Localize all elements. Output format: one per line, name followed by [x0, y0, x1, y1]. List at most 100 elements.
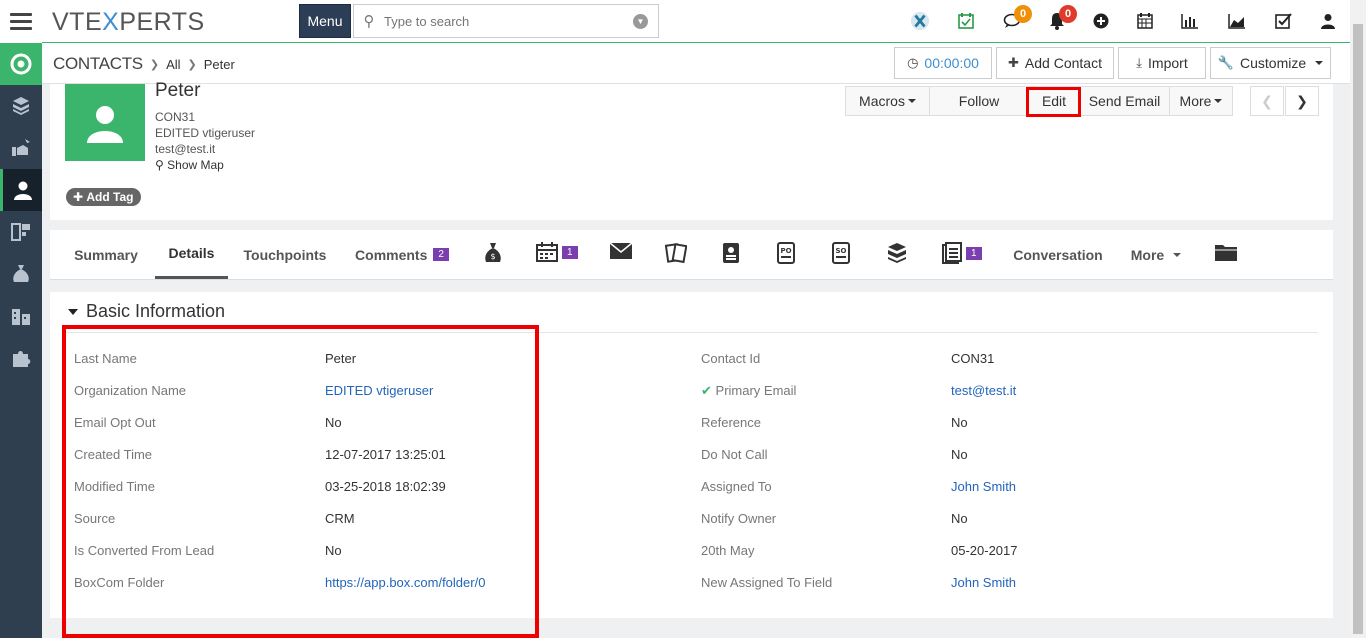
plus-icon: ✚: [1008, 55, 1019, 70]
tab-email-envelope-icon[interactable]: [609, 242, 633, 260]
more-actions-label: More: [1179, 93, 1212, 109]
field-value: No: [951, 415, 968, 430]
breadcrumb-record: Peter: [203, 56, 235, 72]
chevron-right-icon: ❯: [1296, 92, 1308, 109]
field-value: CON31: [951, 351, 995, 366]
search-dropdown-icon[interactable]: ▼: [633, 13, 648, 29]
sidebar-extensions-puzzle-icon[interactable]: [0, 337, 42, 379]
top-bar: VTEXPERTS Menu ⚲ ▼ 0 0: [0, 0, 1366, 43]
calendar-icon[interactable]: [1135, 11, 1155, 31]
user-avatar-icon: [87, 105, 123, 143]
task-calendar-icon[interactable]: [956, 11, 976, 31]
docs-count-badge: 1: [966, 246, 982, 260]
macros-button[interactable]: Macros: [845, 86, 930, 116]
show-map-label: Show Map: [167, 158, 224, 172]
customize-label: Customize: [1240, 55, 1307, 71]
sidebar-support-icon[interactable]: [0, 211, 42, 253]
primary-email-link[interactable]: test@test.it: [951, 383, 1016, 398]
tab-contact-card-icon[interactable]: [722, 242, 740, 264]
chat-icon[interactable]: 0: [1002, 5, 1032, 31]
field-value: 05-20-2017: [951, 543, 1018, 558]
tab-comments[interactable]: Comments 2: [350, 230, 454, 279]
tab-notes-docs-icon[interactable]: 1: [942, 242, 982, 264]
breadcrumb-filter[interactable]: All: [166, 57, 180, 72]
reports-bar-chart-icon[interactable]: [1180, 11, 1200, 31]
chevron-right-icon: ❯: [187, 58, 197, 71]
import-button[interactable]: ⤓ Import: [1118, 47, 1206, 79]
timer-value: 00:00:00: [924, 55, 979, 71]
send-email-button[interactable]: Send Email: [1080, 86, 1170, 116]
sidebar-buildings-icon[interactable]: [0, 295, 42, 337]
record-tabs: Summary Details Touchpoints Comments 2 $…: [50, 230, 1333, 280]
search-input[interactable]: [384, 13, 633, 29]
sidebar-home-icon[interactable]: [0, 43, 42, 85]
tab-touchpoints[interactable]: Touchpoints: [236, 230, 334, 279]
customize-button[interactable]: 🔧 Customize: [1210, 47, 1331, 79]
tab-documents-cards-icon[interactable]: [665, 242, 687, 264]
page-scrollbar[interactable]: [1350, 0, 1366, 638]
vtexperts-x-icon[interactable]: [910, 11, 930, 31]
bell-icon[interactable]: 0: [1047, 5, 1077, 31]
plus-circle-icon[interactable]: [1091, 11, 1111, 31]
tab-sales-order-so-icon[interactable]: SO: [832, 242, 850, 264]
svg-text:$: $: [490, 252, 495, 261]
tab-summary[interactable]: Summary: [64, 230, 148, 279]
follow-button[interactable]: Follow: [930, 86, 1029, 116]
scrollbar-thumb[interactable]: [1353, 24, 1363, 634]
tab-products-cubes-icon[interactable]: [886, 242, 908, 264]
tab-details[interactable]: Details: [155, 230, 228, 279]
sidebar-money-bag-icon[interactable]: [0, 253, 42, 295]
field-label: Primary Email: [715, 383, 797, 398]
import-label: Import: [1148, 55, 1188, 71]
record-email: test@test.it: [155, 142, 216, 156]
next-record-button[interactable]: ❯: [1285, 86, 1319, 116]
app-logo[interactable]: VTEXPERTS: [52, 8, 205, 37]
chevron-right-icon: ❯: [149, 58, 160, 71]
timer-button[interactable]: ◷ 00:00:00: [894, 47, 992, 79]
comments-count-badge: 2: [433, 248, 449, 261]
hamburger-menu-icon[interactable]: [0, 0, 42, 43]
user-profile-icon[interactable]: [1318, 11, 1338, 31]
tab-folder-icon[interactable]: [1214, 242, 1238, 262]
checkbox-tasks-icon[interactable]: [1274, 11, 1294, 31]
add-contact-button[interactable]: ✚ Add Contact: [996, 47, 1114, 79]
previous-record-button[interactable]: ❮: [1250, 86, 1284, 116]
caret-down-icon: [1214, 99, 1223, 103]
breadcrumb: CONTACTS ❯ All ❯ Peter: [53, 54, 235, 74]
field-value: No: [951, 511, 968, 526]
new-assigned-to-link[interactable]: John Smith: [951, 575, 1016, 590]
breadcrumb-module[interactable]: CONTACTS: [53, 54, 143, 74]
more-actions-button[interactable]: More: [1170, 86, 1233, 116]
sidebar-marketing-icon[interactable]: [0, 127, 42, 169]
section-header-basic-information[interactable]: Basic Information: [68, 301, 225, 322]
tab-more[interactable]: More: [1125, 230, 1187, 279]
caret-down-icon: [1173, 252, 1182, 257]
area-chart-icon[interactable]: [1227, 11, 1247, 31]
add-contact-label: Add Contact: [1024, 55, 1102, 71]
assigned-to-link[interactable]: John Smith: [951, 479, 1016, 494]
record-organization: EDITED vtigeruser: [155, 126, 256, 140]
show-map-link[interactable]: ⚲ Show Map: [155, 158, 224, 172]
search-icon: ⚲: [363, 13, 375, 30]
sidebar-contacts-icon[interactable]: [0, 169, 42, 211]
sidebar-cubes-icon[interactable]: [0, 85, 42, 127]
add-tag-label: Add Tag: [86, 190, 134, 204]
calendar-count-badge: 1: [562, 245, 578, 259]
chat-count-badge: 0: [1014, 5, 1032, 23]
tab-conversation[interactable]: Conversation: [1008, 230, 1108, 279]
caret-down-icon: [68, 308, 78, 315]
tab-more-label: More: [1130, 246, 1165, 263]
menu-button[interactable]: Menu: [299, 4, 351, 38]
tab-opportunities-money-bag-icon[interactable]: $: [484, 242, 502, 264]
add-tag-button[interactable]: ✚ Add Tag: [66, 188, 141, 206]
global-search[interactable]: ⚲ ▼: [353, 4, 659, 38]
record-number: CON31: [155, 110, 196, 124]
edit-highlight-box: [1026, 87, 1081, 117]
field-label: New Assigned To Field: [701, 575, 833, 590]
tab-purchase-order-po-icon[interactable]: PO: [777, 242, 795, 264]
tab-calendar-icon[interactable]: 1: [536, 242, 578, 262]
tab-comments-label: Comments: [355, 246, 428, 263]
primary-email-label-row: ✔ Primary Email: [701, 383, 796, 399]
field-label: 20th May: [701, 543, 755, 558]
svg-text:SO: SO: [836, 247, 847, 255]
